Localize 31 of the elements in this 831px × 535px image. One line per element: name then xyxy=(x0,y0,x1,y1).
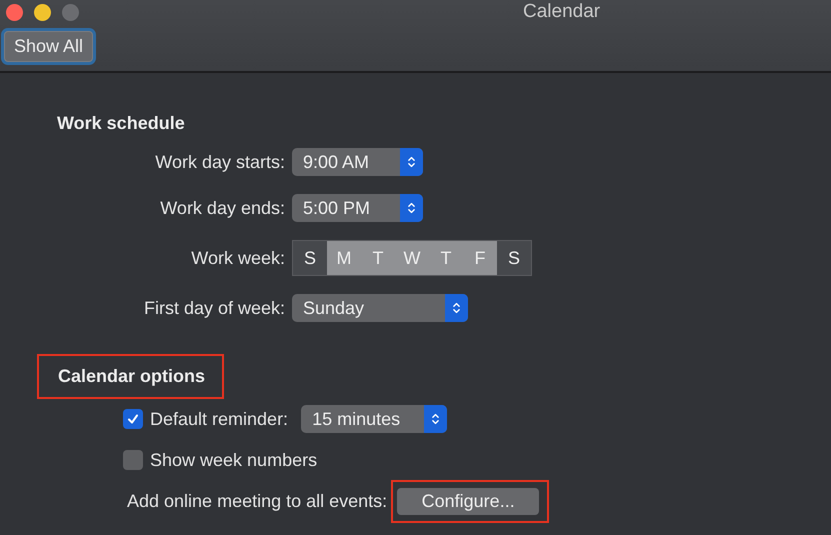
field-label: Work week: xyxy=(191,248,285,268)
checkmark-icon xyxy=(126,412,140,426)
day-toggle[interactable]: T xyxy=(361,241,395,275)
chevron-icon xyxy=(400,194,423,222)
checkbox-label: Default reminder: xyxy=(150,408,288,430)
chevron-icon xyxy=(445,294,468,322)
checkbox-label: Show week numbers xyxy=(150,450,318,470)
field-label: First day of week: xyxy=(144,298,285,318)
checkbox[interactable] xyxy=(123,409,143,429)
section-heading: Work schedule xyxy=(56,113,186,134)
dropdown[interactable]: 15 minutes xyxy=(301,405,448,433)
dropdown[interactable]: 9:00 AM xyxy=(292,148,423,176)
dropdown[interactable]: Sunday xyxy=(292,294,468,322)
configure-button[interactable]: Configure... xyxy=(397,488,540,514)
day-toggle[interactable]: T xyxy=(429,241,463,275)
field-label: Add online meeting to all events: xyxy=(127,490,388,512)
checkbox[interactable] xyxy=(123,450,143,470)
zoom-icon[interactable] xyxy=(62,4,79,20)
day-toggle[interactable]: M xyxy=(327,241,361,275)
minimize-icon[interactable] xyxy=(34,4,51,20)
field-label: Work day starts: xyxy=(155,152,285,172)
dropdown[interactable]: 5:00 PM xyxy=(292,194,423,222)
day-toggle[interactable]: W xyxy=(395,241,429,275)
close-icon[interactable] xyxy=(6,4,23,20)
chevron-icon xyxy=(400,148,423,176)
window-title: Calendar xyxy=(523,1,600,23)
field-label: Work day ends: xyxy=(160,198,285,218)
section-heading: Calendar options xyxy=(37,354,224,399)
chevron-icon xyxy=(424,405,448,433)
show-all-button[interactable]: Show All xyxy=(4,31,94,62)
day-toggle[interactable]: F xyxy=(463,241,497,275)
